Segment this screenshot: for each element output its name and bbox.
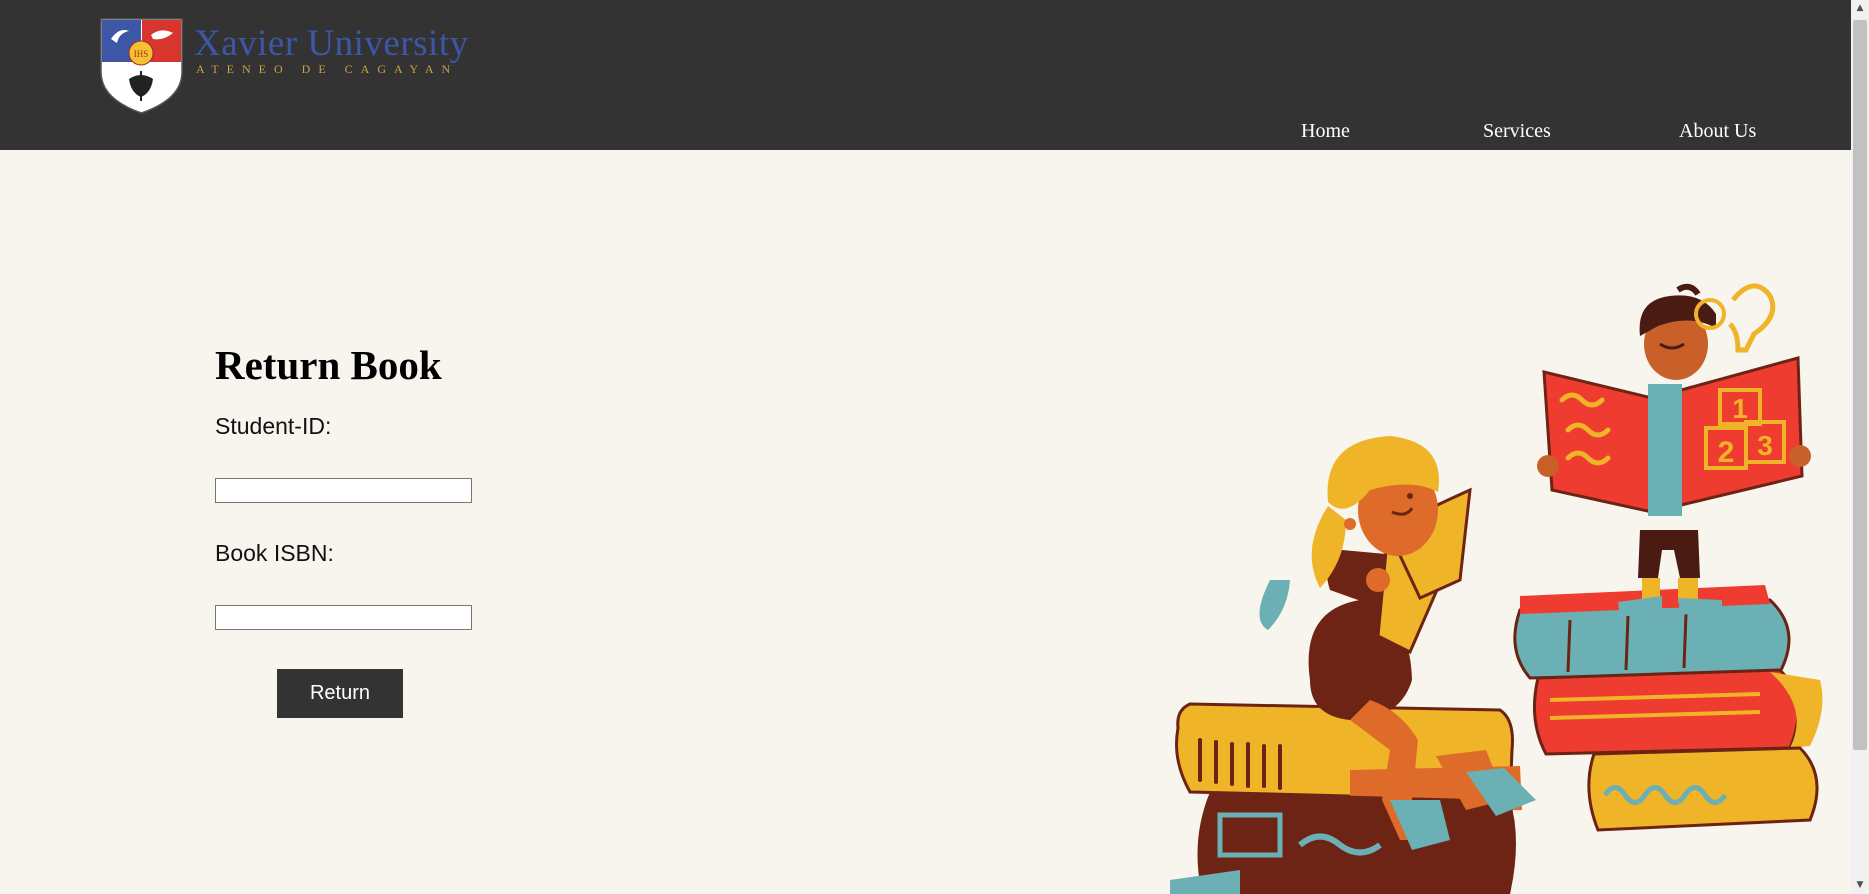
children-reading-books-illustration: 1 2 3 [1170, 283, 1823, 894]
page-title: Return Book [215, 342, 442, 388]
page-scrollbar[interactable]: ▲ ▼ [1851, 0, 1869, 894]
student-id-label: Student-ID: [215, 413, 332, 439]
nav-services-link[interactable]: Services [1483, 120, 1551, 143]
svg-text:IHS: IHS [134, 49, 149, 59]
brand-name: Xavier University [194, 23, 469, 64]
site-header: IHS Xavier University ATENEO DE CAGAYAN … [0, 0, 1851, 150]
nav-about-us-link[interactable]: About Us [1679, 120, 1756, 143]
nav-home-link[interactable]: Home [1301, 120, 1350, 143]
brand-subtitle: ATENEO DE CAGAYAN [196, 62, 459, 76]
illustration-digit-3: 3 [1757, 430, 1773, 461]
university-crest-icon[interactable]: IHS [99, 17, 184, 115]
illustration-digit-2: 2 [1718, 436, 1735, 469]
student-id-input[interactable] [215, 478, 472, 503]
return-button[interactable]: Return [277, 669, 403, 718]
scrollbar-thumb[interactable] [1853, 20, 1867, 750]
book-isbn-label: Book ISBN: [215, 540, 334, 566]
scroll-down-icon[interactable]: ▼ [1851, 877, 1869, 894]
book-isbn-input[interactable] [215, 605, 472, 630]
illustration-digit-1: 1 [1732, 393, 1748, 424]
scroll-up-icon[interactable]: ▲ [1851, 0, 1869, 17]
